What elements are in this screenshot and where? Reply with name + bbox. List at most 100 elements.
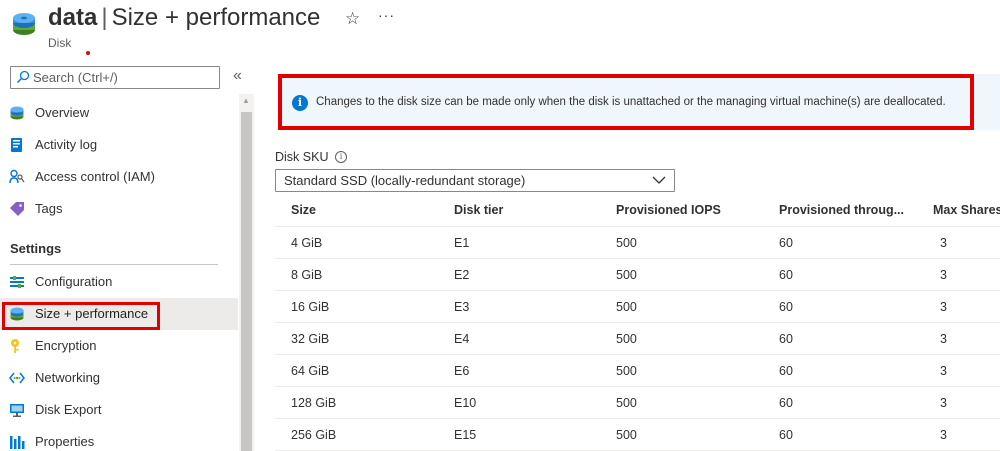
table-row[interactable]: 256 GiB E15 500 60 3: [275, 419, 1000, 451]
table-row[interactable]: 32 GiB E4 500 60 3: [275, 323, 1000, 355]
cell-tier: E6: [454, 364, 470, 378]
title-separator: |: [101, 4, 108, 31]
info-icon: i: [292, 95, 308, 111]
sidebar-item-label: Encryption: [35, 338, 97, 353]
main-content: i Changes to the disk size can be made o…: [254, 60, 1000, 451]
column-header[interactable]: Max Shares: [933, 203, 1000, 217]
sidebar-item-label: Tags: [35, 201, 63, 216]
cell-iops: 500: [616, 332, 637, 346]
disk-icon: [10, 106, 24, 120]
cell-tier: E4: [454, 332, 470, 346]
column-header[interactable]: Disk tier: [454, 203, 503, 217]
cell-tier: E1: [454, 236, 470, 250]
cell-max-shares: 3: [940, 300, 947, 314]
tag-icon: [10, 202, 24, 216]
cell-throughput: 60: [779, 268, 793, 282]
search-input[interactable]: [33, 68, 213, 87]
cell-throughput: 60: [779, 364, 793, 378]
networking-icon: [9, 372, 25, 384]
resource-type: Disk: [48, 36, 72, 50]
cell-max-shares: 3: [940, 428, 947, 442]
disk-sku-label: Disk SKU: [275, 150, 329, 164]
table-row[interactable]: 16 GiB E3 500 60 3: [275, 291, 1000, 323]
sidebar-item-label: Disk Export: [35, 402, 102, 417]
export-icon: [10, 404, 24, 417]
sidebar-item-access-control[interactable]: Access control (IAM): [0, 161, 238, 193]
cell-throughput: 60: [779, 396, 793, 410]
sidebar-item-tags[interactable]: Tags: [0, 193, 238, 225]
table-header: Size Disk tier Provisioned IOPS Provisio…: [275, 194, 1000, 227]
search-box[interactable]: [10, 66, 220, 89]
sidebar-item-label: Configuration: [35, 274, 113, 289]
cell-size: 128 GiB: [291, 396, 337, 410]
page-header: data | Size + performance ☆ ··· Disk: [0, 0, 1000, 60]
cell-throughput: 60: [779, 428, 793, 442]
cell-size: 32 GiB: [291, 332, 330, 346]
sidebar-item-networking[interactable]: Networking: [0, 362, 238, 394]
column-header[interactable]: Size: [291, 203, 316, 217]
resource-name: data: [48, 4, 98, 31]
info-circle-icon[interactable]: i: [335, 151, 347, 163]
cell-max-shares: 3: [940, 236, 947, 250]
column-header[interactable]: Provisioned IOPS: [616, 203, 721, 217]
column-header[interactable]: Provisioned throug...: [779, 203, 909, 217]
cell-iops: 500: [616, 396, 637, 410]
blade-title: Size + performance: [111, 4, 321, 31]
sidebar-item-encryption[interactable]: Encryption: [0, 330, 238, 362]
cell-throughput: 60: [779, 300, 793, 314]
scroll-up-icon[interactable]: ▲: [242, 96, 250, 105]
cell-max-shares: 3: [940, 268, 947, 282]
sidebar-item-label: Networking: [35, 370, 101, 385]
cell-tier: E2: [454, 268, 470, 282]
table-row[interactable]: 4 GiB E1 500 60 3: [275, 227, 1000, 259]
disk-sku-value: Standard SSD (locally-redundant storage): [284, 173, 526, 188]
section-settings: Settings: [10, 241, 62, 256]
cell-tier: E3: [454, 300, 470, 314]
cell-tier: E10: [454, 396, 477, 410]
search-icon: [17, 70, 30, 83]
sidebar-item-overview[interactable]: Overview: [0, 97, 238, 129]
table-row[interactable]: 64 GiB E6 500 60 3: [275, 355, 1000, 387]
cell-max-shares: 3: [940, 396, 947, 410]
cell-iops: 500: [616, 268, 637, 282]
key-icon: [11, 339, 19, 353]
cell-iops: 500: [616, 428, 637, 442]
sidebar-item-label: Properties: [35, 434, 95, 449]
cell-max-shares: 3: [940, 332, 947, 346]
sidebar-item-label: Activity log: [35, 137, 98, 152]
cell-throughput: 60: [779, 236, 793, 250]
cell-size: 8 GiB: [291, 268, 323, 282]
chevron-down-icon: [652, 176, 666, 184]
cell-size: 64 GiB: [291, 364, 330, 378]
collapse-sidebar-icon[interactable]: «: [233, 67, 242, 85]
disk-sku-dropdown[interactable]: Standard SSD (locally-redundant storage): [275, 169, 675, 192]
table-row[interactable]: 128 GiB E10 500 60 3: [275, 387, 1000, 419]
star-icon[interactable]: ☆: [345, 9, 360, 29]
divider: [10, 264, 218, 265]
properties-icon: [10, 436, 25, 449]
info-message: Changes to the disk size can be made onl…: [316, 96, 946, 108]
page-title: data | Size + performance: [48, 4, 320, 32]
sidebar-item-disk-export[interactable]: Disk Export: [0, 394, 238, 426]
cell-size: 256 GiB: [291, 428, 337, 442]
configuration-icon: [10, 276, 24, 288]
cell-size: 4 GiB: [291, 236, 323, 250]
cell-max-shares: 3: [940, 364, 947, 378]
disk-icon: [13, 13, 35, 35]
access-control-icon: [9, 169, 25, 184]
cell-tier: E15: [454, 428, 477, 442]
scrollbar-thumb[interactable]: [241, 112, 252, 451]
sidebar: « Overview Activity log Access control (…: [0, 60, 254, 451]
sidebar-item-label: Overview: [35, 105, 90, 120]
sidebar-item-configuration[interactable]: Configuration: [0, 266, 238, 298]
activity-log-icon: [11, 138, 22, 152]
sidebar-item-activity-log[interactable]: Activity log: [0, 129, 238, 161]
more-icon[interactable]: ···: [378, 7, 395, 23]
cell-iops: 500: [616, 236, 637, 250]
table-row[interactable]: 8 GiB E2 500 60 3: [275, 259, 1000, 291]
cell-throughput: 60: [779, 332, 793, 346]
cell-size: 16 GiB: [291, 300, 330, 314]
sidebar-item-properties[interactable]: Properties: [0, 426, 238, 451]
cell-iops: 500: [616, 364, 637, 378]
highlight-box: [2, 302, 160, 330]
